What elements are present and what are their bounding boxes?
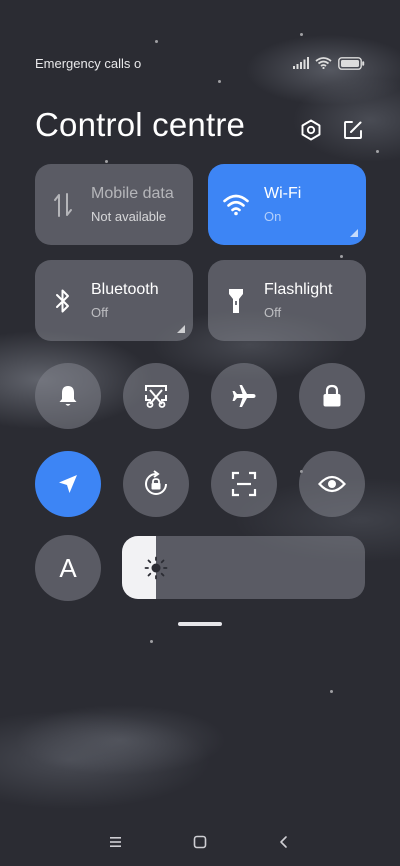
location-arrow-icon	[59, 475, 77, 493]
battery-icon	[338, 56, 365, 70]
screenshot-scissors-icon	[145, 385, 167, 408]
font-size-icon: A	[59, 552, 77, 583]
wifi-expand-indicator[interactable]	[350, 229, 358, 237]
flashlight-label: Flashlight	[264, 281, 333, 298]
eye-icon	[318, 475, 346, 493]
mobile-data-status: Not available	[91, 209, 167, 224]
signal-icon	[293, 57, 309, 69]
bluetooth-tile[interactable]: Bluetooth Off	[35, 260, 193, 341]
wifi-status: On	[264, 209, 282, 224]
airplane-icon	[232, 385, 256, 407]
bell-icon	[59, 386, 77, 406]
wifi-tile[interactable]: Wi-Fi On	[208, 164, 366, 245]
drag-handle[interactable]	[178, 622, 222, 626]
status-icons	[293, 56, 365, 70]
flashlight-tile[interactable]: Flashlight Off	[208, 260, 366, 341]
reading-mode-toggle[interactable]	[299, 451, 365, 517]
wifi-icon	[315, 57, 332, 69]
wifi-label: Wi-Fi	[264, 185, 302, 202]
wifi-icon	[208, 194, 264, 216]
sun-icon	[144, 556, 168, 580]
mobile-data-tile[interactable]: Mobile data Not available	[35, 164, 193, 245]
menu-icon[interactable]	[109, 836, 123, 848]
screenshot-toggle[interactable]	[123, 363, 189, 429]
flashlight-status: Off	[264, 305, 282, 320]
lock-toggle[interactable]	[299, 363, 365, 429]
bluetooth-expand-indicator[interactable]	[177, 325, 185, 333]
bluetooth-icon	[35, 288, 91, 314]
lock-icon	[323, 384, 341, 407]
mobile-data-label: Mobile data	[91, 185, 174, 202]
edit-icon[interactable]	[341, 118, 365, 142]
mobile-data-text: Mobile data Not available	[91, 185, 174, 224]
status-bar: Emergency calls o	[35, 52, 365, 74]
carrier-status: Emergency calls o	[35, 55, 142, 71]
page-title: Control centre	[35, 106, 246, 143]
data-arrows-icon	[35, 192, 91, 218]
navigation-bar	[0, 830, 400, 854]
wifi-text: Wi-Fi On	[264, 185, 301, 224]
scan-frame-icon	[231, 471, 257, 497]
bell-toggle[interactable]	[35, 363, 101, 429]
bluetooth-status: Off	[91, 305, 109, 320]
flashlight-icon	[208, 287, 264, 315]
home-icon[interactable]	[193, 835, 207, 849]
back-icon[interactable]	[277, 835, 291, 849]
font-size-toggle[interactable]: A	[35, 535, 101, 601]
bluetooth-text: Bluetooth Off	[91, 281, 159, 320]
settings-hexagon-icon[interactable]	[299, 118, 323, 142]
scanner-toggle[interactable]	[211, 451, 277, 517]
flashlight-text: Flashlight Off	[264, 281, 332, 320]
airplane-toggle[interactable]	[211, 363, 277, 429]
rotation-lock-toggle[interactable]	[123, 451, 189, 517]
brightness-slider[interactable]	[122, 536, 365, 599]
rotation-lock-icon	[145, 470, 167, 495]
control-centre-header: Control centre	[35, 100, 365, 150]
location-toggle[interactable]	[35, 451, 101, 517]
header-actions	[299, 118, 365, 142]
bluetooth-label: Bluetooth	[91, 281, 159, 298]
